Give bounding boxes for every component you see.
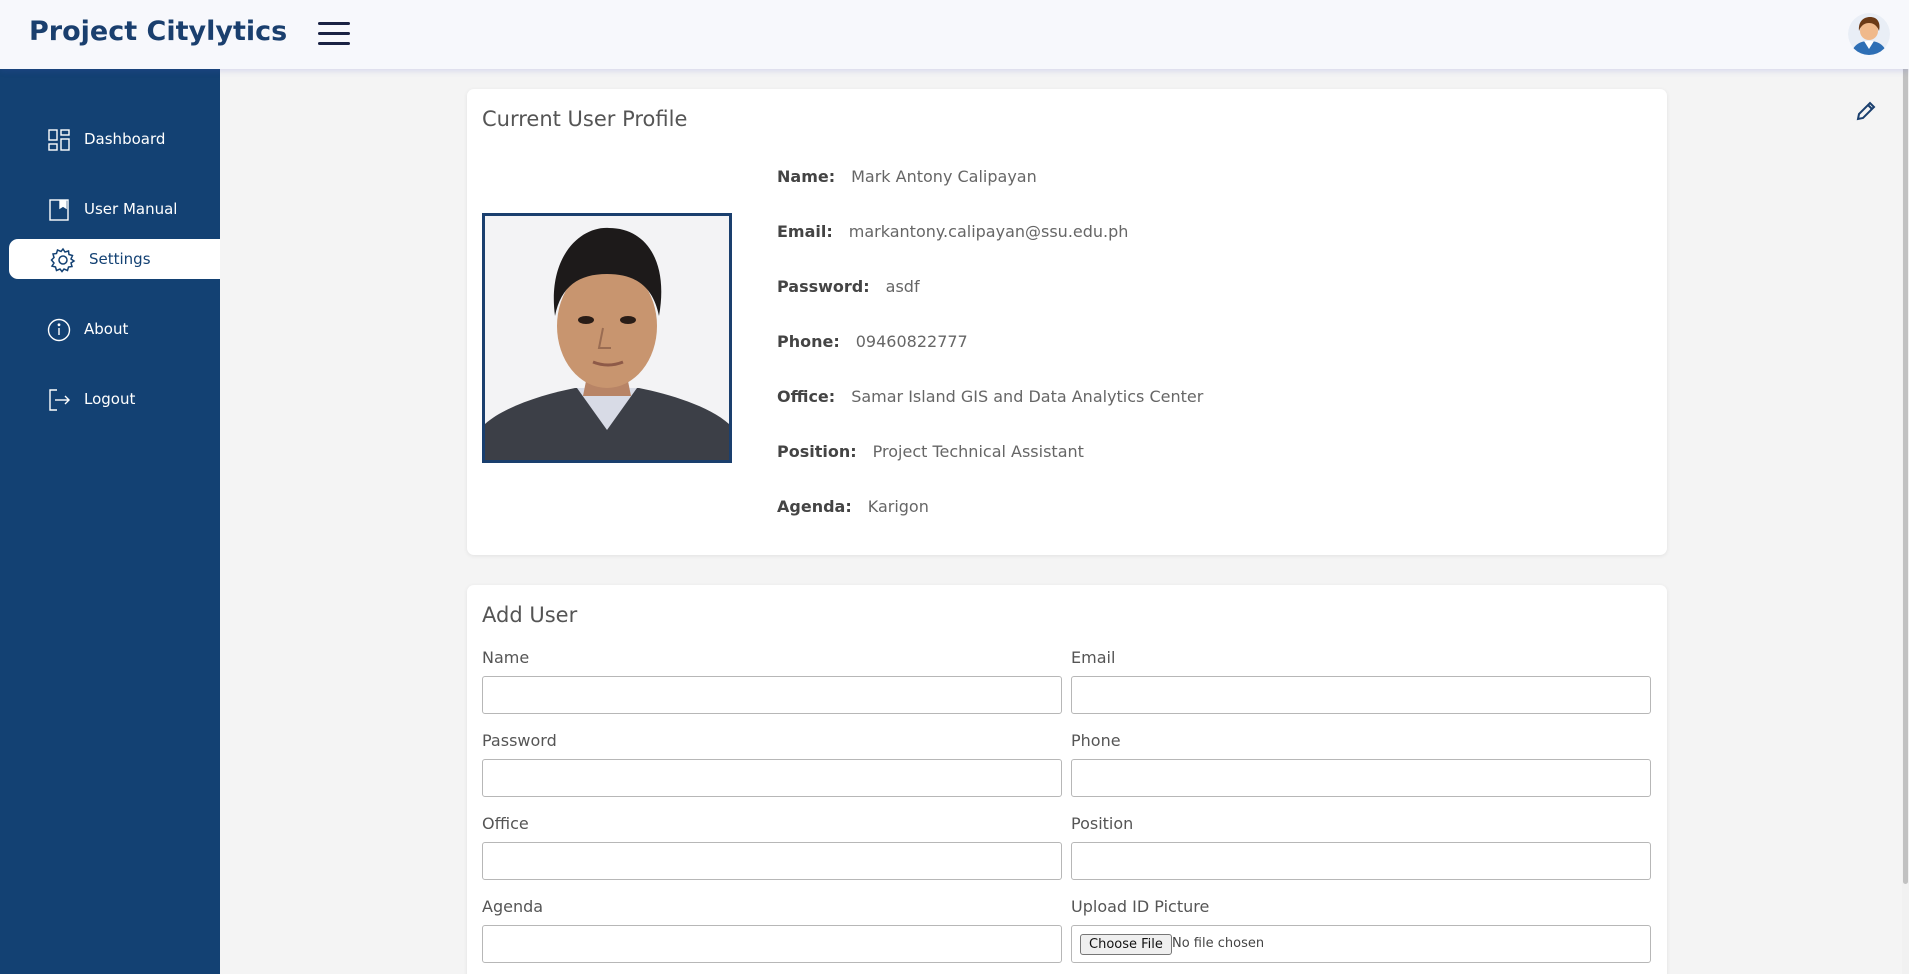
position-input[interactable] [1071,842,1651,880]
profile-password-value: asdf [885,277,920,296]
current-user-profile-card: Current User Profile Name: Mark Antony Ca… [467,89,1667,555]
office-label: Office [482,814,529,833]
profile-name-key: Name: [777,167,836,186]
info-icon [47,318,71,342]
profile-password-key: Password: [777,277,870,296]
logout-icon [49,389,70,411]
page-scrollbar-thumb[interactable] [1903,4,1908,884]
profile-office-row: Office: Samar Island GIS and Data Analyti… [777,387,1203,406]
sidebar-item-about[interactable]: About [0,309,220,349]
book-icon [49,199,69,221]
phone-input[interactable] [1071,759,1651,797]
add-user-title: Add User [482,603,578,627]
agenda-label: Agenda [482,897,544,916]
position-label: Position [1071,814,1134,833]
name-input[interactable] [482,676,1062,714]
profile-phone-row: Phone: 09460822777 [777,332,968,351]
email-label: Email [1071,648,1116,667]
profile-phone-value: 09460822777 [855,332,968,351]
hamburger-menu-icon[interactable] [318,22,350,46]
sidebar-item-settings[interactable]: Settings [9,239,220,279]
profile-position-row: Position: Project Technical Assistant [777,442,1084,461]
gear-icon [50,247,76,273]
phone-label: Phone [1071,731,1121,750]
password-input[interactable] [482,759,1062,797]
upload-id-picture-input[interactable]: Choose File No file chosen [1071,925,1651,963]
choose-file-button[interactable]: Choose File [1080,934,1172,955]
user-avatar[interactable] [1848,13,1890,55]
profile-name-row: Name: Mark Antony Calipayan [777,167,1037,186]
sidebar-item-label: Settings [89,250,151,268]
top-bar: Project Citylytics [0,0,1909,69]
profile-password-row: Password: asdf [777,277,920,296]
profile-email-key: Email: [777,222,833,241]
profile-name-value: Mark Antony Calipayan [851,167,1037,186]
add-user-card: Add User Name Email Password Phone Offic… [467,585,1667,974]
profile-phone-key: Phone: [777,332,840,351]
profile-office-key: Office: [777,387,836,406]
profile-agenda-value: Karigon [867,497,929,516]
dashboard-grid-icon [48,129,70,151]
name-label: Name [482,648,530,667]
profile-position-key: Position: [777,442,857,461]
password-label: Password [482,731,557,750]
edit-pencil-icon[interactable] [1854,99,1878,123]
sidebar-item-user-manual[interactable]: User Manual [0,189,220,229]
profile-position-value: Project Technical Assistant [872,442,1084,461]
sidebar-item-logout[interactable]: Logout [0,379,220,419]
agenda-input[interactable] [482,925,1062,963]
sidebar: Dashboard User Manual Settings About Log… [0,69,220,974]
office-input[interactable] [482,842,1062,880]
sidebar-item-label: Dashboard [84,130,166,148]
profile-office-value: Samar Island GIS and Data Analytics Cent… [851,387,1204,406]
profile-agenda-key: Agenda: [777,497,852,516]
profile-photo [482,213,732,463]
sidebar-item-dashboard[interactable]: Dashboard [0,119,220,159]
file-status-text: No file chosen [1172,936,1265,951]
profile-email-row: Email: markantony.calipayan@ssu.edu.ph [777,222,1128,241]
sidebar-item-label: About [84,320,129,338]
profile-card-title: Current User Profile [482,107,688,131]
profile-agenda-row: Agenda: Karigon [777,497,929,516]
profile-email-value: markantony.calipayan@ssu.edu.ph [848,222,1129,241]
email-input[interactable] [1071,676,1651,714]
upload-id-label: Upload ID Picture [1071,897,1210,916]
app-title: Project Citylytics [29,16,288,47]
sidebar-item-label: Logout [84,390,136,408]
sidebar-item-label: User Manual [84,200,178,218]
